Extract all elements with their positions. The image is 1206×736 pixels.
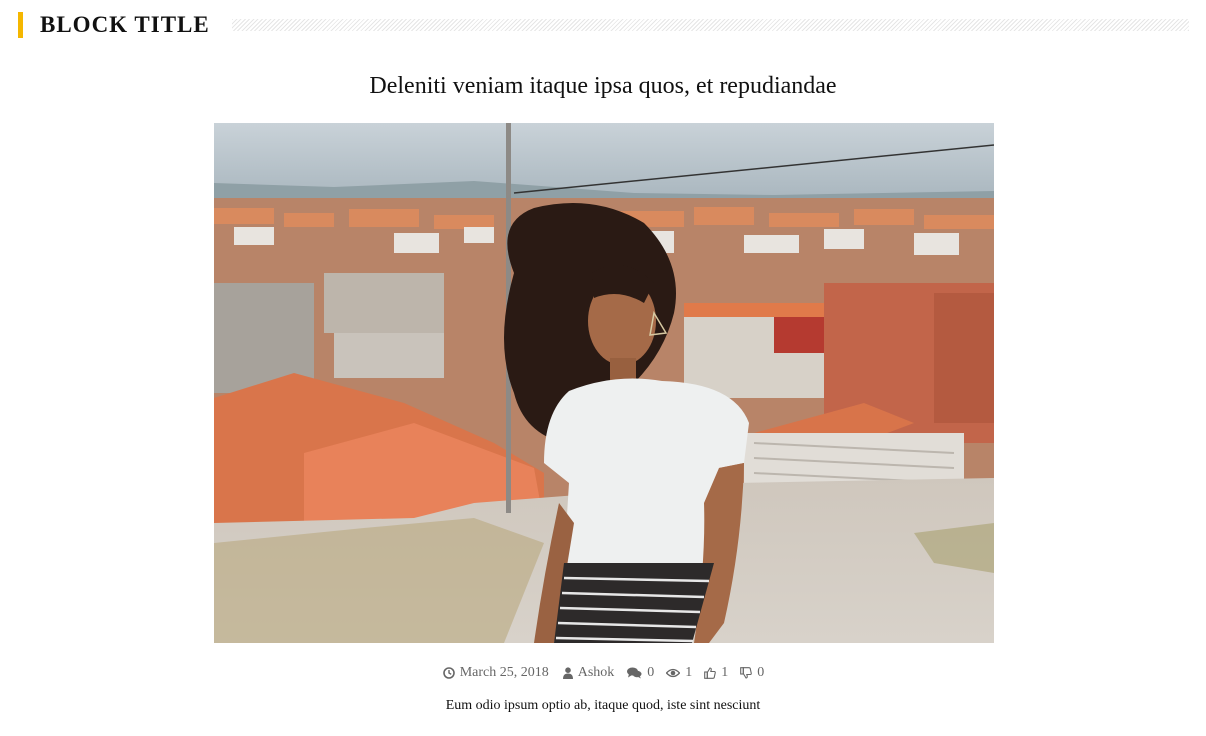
post-featured-image[interactable] — [214, 123, 994, 643]
post-views-count: 1 — [685, 665, 693, 680]
thumbs-down-icon — [740, 667, 753, 679]
post-title[interactable]: Deleniti veniam itaque ipsa quos, et rep… — [0, 70, 1206, 102]
post-dislikes-count: 0 — [757, 665, 765, 680]
block-title-accent-bar — [18, 12, 23, 38]
user-icon — [562, 667, 573, 679]
post-views: 1 — [666, 663, 692, 683]
post-comments-count: 0 — [647, 665, 655, 680]
post-meta: March 25, 2018 Ashok 0 1 1 0 — [0, 663, 1206, 683]
post-author-name: Ashok — [577, 665, 615, 680]
post-excerpt: Eum odio ipsum optio ab, itaque quod, is… — [445, 698, 761, 713]
block-title-divider — [231, 19, 1189, 31]
post-date[interactable]: March 25, 2018 — [442, 663, 549, 683]
post-author[interactable]: Ashok — [562, 663, 615, 683]
thumbs-up-icon — [704, 667, 717, 679]
comments-icon — [627, 667, 642, 679]
post-comments[interactable]: 0 — [627, 663, 654, 683]
post-date-text: March 25, 2018 — [459, 665, 549, 680]
block-title: BLOCK TITLE — [40, 12, 210, 37]
eye-icon — [666, 668, 681, 678]
post-like-button[interactable]: 1 — [704, 663, 728, 683]
clock-icon — [442, 667, 455, 679]
post-likes-count: 1 — [721, 665, 729, 680]
post-dislike-button[interactable]: 0 — [740, 663, 764, 683]
block-header: BLOCK TITLE — [18, 12, 1189, 38]
